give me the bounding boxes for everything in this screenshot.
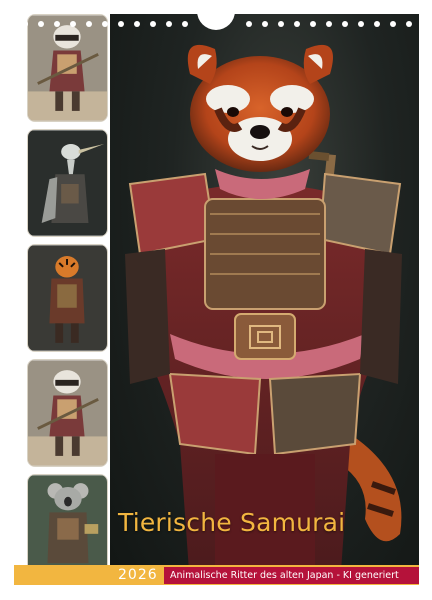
calendar-title: Tierische Samurai — [118, 508, 346, 537]
calendar-cover: Tierische Samurai 2026 Animalische Ritte… — [14, 8, 419, 585]
title-area: Tierische Samurai — [110, 508, 419, 566]
red-panda-samurai-illustration — [125, 44, 402, 585]
thumbnail-strip — [14, 14, 110, 585]
calendar-subtitle: Animalische Ritter des alten Japan - KI … — [164, 567, 419, 584]
tiger-samurai-thumbnail-art — [28, 245, 107, 351]
thumbnail-raccoon-samurai-2 — [27, 359, 108, 467]
calendar-year: 2026 — [118, 567, 158, 583]
koala-samurai-thumbnail-art — [28, 475, 107, 579]
hero-image-red-panda-samurai — [110, 14, 419, 585]
thumbnail-tiger-samurai — [27, 244, 108, 352]
heron-samurai-thumbnail-art — [28, 130, 107, 236]
raccoon-samurai-thumbnail-art-2 — [28, 360, 107, 466]
thumbnail-heron-samurai — [27, 129, 108, 237]
